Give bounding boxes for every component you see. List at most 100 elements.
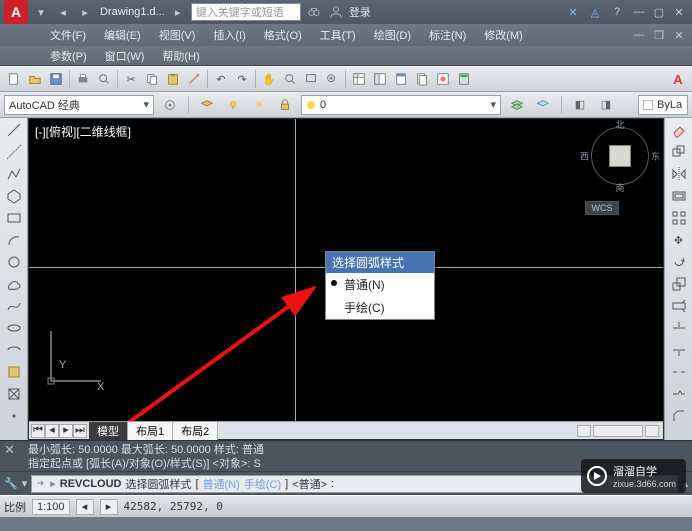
insert-block-icon[interactable] bbox=[3, 362, 25, 382]
cut-icon[interactable]: ✂ bbox=[121, 69, 141, 89]
workspace-settings-icon[interactable] bbox=[160, 95, 180, 115]
exchange-x-icon[interactable]: ✕ bbox=[564, 3, 582, 21]
user-icon[interactable] bbox=[327, 3, 345, 21]
qat-next-icon[interactable]: ▸ bbox=[76, 3, 94, 21]
unknown-tool-1-icon[interactable]: ◧ bbox=[570, 95, 590, 115]
cmd-opt-normal[interactable]: 普通(N) bbox=[203, 476, 240, 492]
tab-layout1[interactable]: 布局1 bbox=[128, 422, 173, 440]
layer-tool-icon[interactable] bbox=[197, 95, 217, 115]
context-item-normal[interactable]: 普通(N) bbox=[326, 273, 434, 296]
minimize-icon[interactable]: — bbox=[630, 4, 648, 20]
close-icon[interactable]: ✕ bbox=[670, 4, 688, 20]
zoom-prev-icon[interactable] bbox=[322, 69, 342, 89]
unknown-tool-2-icon[interactable]: ◨ bbox=[596, 95, 616, 115]
scale-icon[interactable] bbox=[668, 274, 690, 294]
layer-state-icon[interactable] bbox=[507, 95, 527, 115]
viewcube-top-face[interactable] bbox=[609, 145, 631, 167]
menu-dimension[interactable]: 标注(N) bbox=[421, 25, 474, 45]
wcs-label[interactable]: WCS bbox=[585, 201, 619, 215]
layer-freeze-icon[interactable]: ☀ bbox=[249, 95, 269, 115]
menu-modify[interactable]: 修改(M) bbox=[476, 25, 531, 45]
undo-icon[interactable]: ↶ bbox=[211, 69, 231, 89]
erase-icon[interactable] bbox=[668, 120, 690, 140]
extend-icon[interactable] bbox=[668, 340, 690, 360]
status-scale-value[interactable]: 1:100 bbox=[32, 499, 70, 515]
copy-icon[interactable] bbox=[142, 69, 162, 89]
cmd-wrench-icon[interactable]: 🔧 bbox=[4, 477, 18, 490]
tab-nav-first-icon[interactable]: ⏮ bbox=[31, 424, 45, 438]
open-icon[interactable] bbox=[25, 69, 45, 89]
join-icon[interactable] bbox=[668, 384, 690, 404]
rotate-icon[interactable] bbox=[668, 252, 690, 272]
layer-dropdown[interactable]: 0 ▾ bbox=[301, 95, 501, 115]
login-link[interactable]: 登录 bbox=[349, 4, 371, 20]
new-icon[interactable] bbox=[4, 69, 24, 89]
polygon-icon[interactable] bbox=[3, 186, 25, 206]
tab-nav-last-icon[interactable]: ⏭ bbox=[73, 424, 87, 438]
layer-off-icon[interactable] bbox=[223, 95, 243, 115]
menu-insert[interactable]: 插入(I) bbox=[205, 25, 253, 45]
viewcube-west[interactable]: 西 bbox=[580, 150, 589, 163]
menu-parametric[interactable]: 参数(P) bbox=[42, 46, 95, 66]
qat-dropdown-icon[interactable]: ▾ bbox=[32, 3, 50, 21]
break-icon[interactable] bbox=[668, 362, 690, 382]
menu-edit[interactable]: 编辑(E) bbox=[96, 25, 149, 45]
qat-prev-icon[interactable]: ◂ bbox=[54, 3, 72, 21]
calc-icon[interactable] bbox=[454, 69, 474, 89]
save-icon[interactable] bbox=[46, 69, 66, 89]
tab-layout2[interactable]: 布局2 bbox=[173, 422, 218, 440]
markup-icon[interactable] bbox=[433, 69, 453, 89]
help-search-input[interactable]: 键入关键字或短语 bbox=[191, 3, 301, 21]
cmd-opt-hand[interactable]: 手绘(C) bbox=[244, 476, 281, 492]
layer-match-icon[interactable] bbox=[533, 95, 553, 115]
app-logo-icon[interactable]: A bbox=[4, 0, 28, 24]
line-icon[interactable] bbox=[3, 120, 25, 140]
menu-file[interactable]: 文件(F) bbox=[42, 25, 94, 45]
point-icon[interactable] bbox=[3, 406, 25, 426]
preview-icon[interactable] bbox=[94, 69, 114, 89]
design-center-icon[interactable] bbox=[370, 69, 390, 89]
menu-help[interactable]: 帮助(H) bbox=[154, 46, 207, 66]
zoom-realtime-icon[interactable] bbox=[280, 69, 300, 89]
ellipse-arc-icon[interactable] bbox=[3, 340, 25, 360]
scale-dec-icon[interactable]: ◂ bbox=[76, 499, 94, 515]
tab-nav-next-icon[interactable]: ▸ bbox=[59, 424, 73, 438]
h-scrollbar[interactable] bbox=[218, 425, 663, 437]
match-prop-icon[interactable] bbox=[184, 69, 204, 89]
move-icon[interactable]: ✥ bbox=[668, 230, 690, 250]
a-logo-right-icon[interactable]: A bbox=[668, 69, 688, 89]
offset-icon[interactable] bbox=[668, 186, 690, 206]
color-dropdown[interactable]: ByLa bbox=[638, 95, 688, 115]
layer-lock-icon[interactable] bbox=[275, 95, 295, 115]
view-cube[interactable]: 北 南 西 东 WCS bbox=[585, 127, 655, 217]
binoculars-icon[interactable] bbox=[305, 3, 323, 21]
paste-icon[interactable] bbox=[163, 69, 183, 89]
trim-icon[interactable] bbox=[668, 318, 690, 338]
menu-view[interactable]: 视图(V) bbox=[151, 25, 204, 45]
pan-icon[interactable]: ✋ bbox=[259, 69, 279, 89]
chamfer-icon[interactable] bbox=[668, 406, 690, 426]
polyline-icon[interactable] bbox=[3, 164, 25, 184]
exchange-share-icon[interactable]: ◬ bbox=[586, 3, 604, 21]
zoom-window-icon[interactable] bbox=[301, 69, 321, 89]
make-block-icon[interactable] bbox=[3, 384, 25, 404]
spline-icon[interactable] bbox=[3, 296, 25, 316]
context-item-hand[interactable]: 手绘(C) bbox=[326, 296, 434, 319]
viewport-label[interactable]: [-][俯视][二维线框] bbox=[35, 123, 131, 140]
revcloud-icon[interactable] bbox=[3, 274, 25, 294]
tab-nav-prev-icon[interactable]: ◂ bbox=[45, 424, 59, 438]
ellipse-icon[interactable] bbox=[3, 318, 25, 338]
array-icon[interactable] bbox=[668, 208, 690, 228]
sheet-set-icon[interactable] bbox=[412, 69, 432, 89]
workspace-dropdown[interactable]: AutoCAD 经典 ▾ bbox=[4, 95, 154, 115]
arc-icon[interactable] bbox=[3, 230, 25, 250]
menu-tools[interactable]: 工具(T) bbox=[312, 25, 364, 45]
mirror-icon[interactable] bbox=[668, 164, 690, 184]
viewcube-east[interactable]: 东 bbox=[651, 150, 660, 163]
cmd-close-btn-icon[interactable]: ✕ bbox=[4, 443, 15, 457]
stretch-icon[interactable] bbox=[668, 296, 690, 316]
construction-line-icon[interactable] bbox=[3, 142, 25, 162]
menu-window[interactable]: 窗口(W) bbox=[97, 46, 153, 66]
mdi-minimize-icon[interactable]: — bbox=[630, 27, 648, 43]
print-icon[interactable] bbox=[73, 69, 93, 89]
